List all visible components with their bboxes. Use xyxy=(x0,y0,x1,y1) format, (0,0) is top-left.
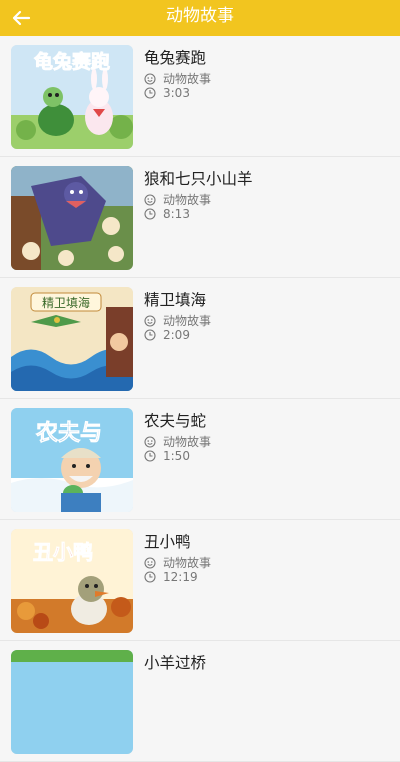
story-duration: 8:13 xyxy=(144,207,190,221)
story-title: 龟兔赛跑 xyxy=(144,49,207,67)
top-bar: 动物故事 xyxy=(0,0,400,36)
story-title: 丑小鸭 xyxy=(144,533,191,551)
story-cover: 农夫与 xyxy=(11,408,133,512)
story-item-lamb-bridge[interactable]: 小羊过桥 xyxy=(0,641,400,762)
story-duration: 2:09 xyxy=(144,328,190,342)
cover-title: 丑小鸭 xyxy=(33,540,93,564)
story-item-jingwei[interactable]: 精卫填海 精卫填海 动物故事 2:09 xyxy=(0,278,400,399)
story-title: 农夫与蛇 xyxy=(144,412,207,430)
face-icon xyxy=(144,556,156,569)
story-category: 动物故事 xyxy=(144,70,211,87)
story-item-wolf-seven-goats[interactable]: 狼和七只小山羊 动物故事 8:13 xyxy=(0,157,400,278)
story-duration: 12:19 xyxy=(144,570,198,584)
cover-title: 精卫填海 xyxy=(42,295,90,310)
story-cover xyxy=(11,166,133,270)
page-title: 动物故事 xyxy=(166,6,234,26)
story-category: 动物故事 xyxy=(144,312,211,329)
story-duration: 1:50 xyxy=(144,449,190,463)
story-category: 动物故事 xyxy=(144,554,211,571)
clock-icon xyxy=(144,450,156,462)
story-cover: 龟兔赛跑 xyxy=(11,45,133,149)
face-icon xyxy=(144,193,156,206)
story-item-farmer-snake[interactable]: 农夫与 农夫与蛇 动物故事 1:50 xyxy=(0,399,400,520)
story-list: 龟兔赛跑 龟兔赛跑 动物故事 3:03 狼和七只小山羊 动物故事 8:13 精卫… xyxy=(0,36,400,762)
story-title: 精卫填海 xyxy=(144,291,207,309)
story-title: 狼和七只小山羊 xyxy=(144,170,253,188)
story-cover xyxy=(11,650,133,754)
story-category: 动物故事 xyxy=(144,191,211,208)
story-duration: 3:03 xyxy=(144,86,190,100)
clock-icon xyxy=(144,329,156,341)
face-icon xyxy=(144,72,156,85)
story-cover: 精卫填海 xyxy=(11,287,133,391)
face-icon xyxy=(144,435,156,448)
cover-title: 龟兔赛跑 xyxy=(34,50,110,73)
story-item-tortoise-hare[interactable]: 龟兔赛跑 龟兔赛跑 动物故事 3:03 xyxy=(0,36,400,157)
story-item-ugly-duckling[interactable]: 丑小鸭 丑小鸭 动物故事 12:19 xyxy=(0,520,400,641)
story-cover: 丑小鸭 xyxy=(11,529,133,633)
face-icon xyxy=(144,314,156,327)
clock-icon xyxy=(144,87,156,99)
story-category: 动物故事 xyxy=(144,433,211,450)
clock-icon xyxy=(144,208,156,220)
cover-title: 农夫与 xyxy=(35,420,102,446)
story-title: 小羊过桥 xyxy=(144,654,207,672)
clock-icon xyxy=(144,571,156,583)
